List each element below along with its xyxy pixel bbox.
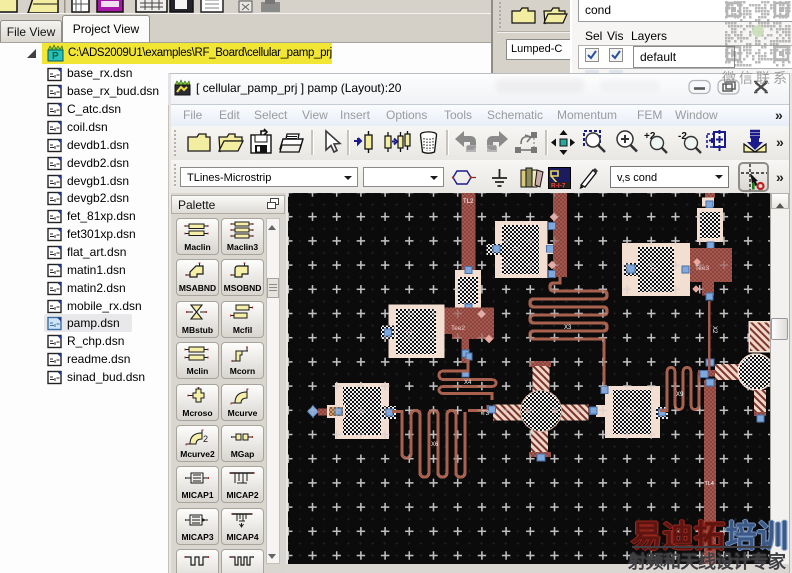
svg-text:R-I-7: R-I-7 — [551, 183, 566, 190]
svg-text:2: 2 — [203, 434, 208, 444]
svg-text:P: P — [52, 51, 59, 62]
